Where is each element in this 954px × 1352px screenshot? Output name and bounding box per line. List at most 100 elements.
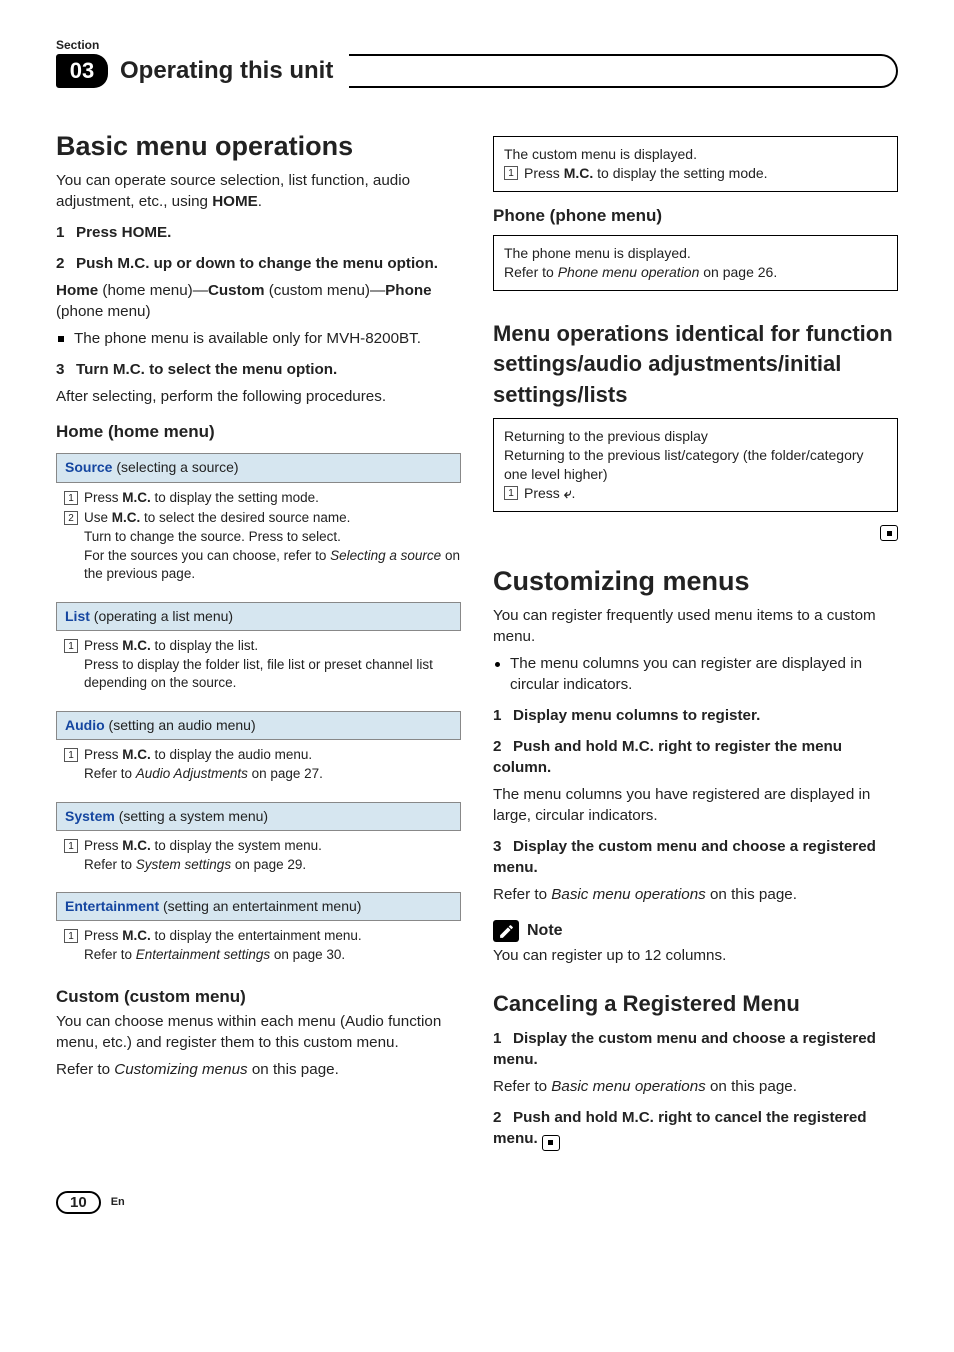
t: to display the list. (151, 638, 258, 653)
t: M.C. (122, 838, 151, 853)
entertainment-header: Entertainment (setting an entertainment … (56, 892, 461, 921)
t: Selecting a source (330, 548, 441, 563)
page-footer: 10 En (56, 1191, 898, 1214)
heading-identical-ops: Menu operations identical for function s… (493, 319, 898, 410)
cstep-3: 3Display the custom menu and choose a re… (493, 837, 898, 879)
step-num: 1 (56, 223, 76, 244)
t: . (258, 193, 262, 210)
t: Turn to change the source. Press to sele… (84, 528, 461, 547)
t: (setting an audio menu) (105, 717, 256, 733)
cust-intro: You can register frequently used menu it… (493, 606, 898, 648)
header-arc (349, 54, 898, 88)
t: to display the entertainment menu. (151, 928, 362, 943)
cstep-2: 2Push and hold M.C. right to register th… (493, 737, 898, 779)
step-3: 3Turn M.C. to select the menu option. (56, 360, 461, 381)
step-num: 1 (493, 706, 513, 727)
t: Use (84, 510, 112, 525)
t: Entertainment (65, 898, 159, 914)
custom-text: You can choose menus within each menu (A… (56, 1012, 461, 1054)
custom-menu-box: The custom menu is displayed. 1Press M.C… (493, 136, 898, 192)
source-steps: 1Press M.C. to display the setting mode.… (56, 483, 461, 592)
can-step-2: 2Push and hold M.C. right to cancel the … (493, 1108, 898, 1150)
t: (operating a list menu) (90, 608, 233, 624)
t: Press (84, 928, 122, 943)
audio-header: Audio (setting an audio menu) (56, 711, 461, 740)
list-header: List (operating a list menu) (56, 602, 461, 631)
list-steps: 1 Press M.C. to display the list. Press … (56, 631, 461, 701)
step-num: 2 (493, 737, 513, 758)
t: Returning to the previous display (504, 427, 887, 446)
t: Audio Adjustments (136, 766, 248, 781)
box-number-icon: 1 (64, 748, 78, 762)
t: Home (56, 282, 98, 299)
pencil-note-icon (493, 920, 519, 942)
round-bullet-icon (495, 662, 500, 667)
page-number: 10 (56, 1191, 101, 1214)
t: Custom (208, 282, 265, 299)
t: on this page. (706, 886, 797, 903)
subhead-custom: Custom (custom menu) (56, 985, 461, 1008)
can-step-1-refer: Refer to Basic menu operations on this p… (493, 1077, 898, 1098)
t: M.C. (122, 638, 151, 653)
t: Audio (65, 717, 105, 733)
step-1: 1Press HOME. (56, 223, 461, 244)
system-steps: 1 Press M.C. to display the system menu.… (56, 831, 461, 882)
t: Press (84, 490, 122, 505)
chapter-header: 03 Operating this unit (56, 54, 898, 88)
t: on this page. (248, 1061, 339, 1078)
cstep-1: 1Display menu columns to register. (493, 706, 898, 727)
source-header: Source (selecting a source) (56, 453, 461, 482)
section-end-icon (542, 1135, 560, 1151)
left-column: Basic menu operations You can operate so… (56, 128, 461, 1157)
after-step3: After selecting, perform the following p… (56, 387, 461, 408)
t: (setting a system menu) (115, 808, 268, 824)
note-bullet: The phone menu is available only for MVH… (56, 329, 461, 350)
step-text: Push and hold M.C. right to register the… (493, 738, 842, 776)
t: to display the system menu. (151, 838, 322, 853)
t: Press (524, 165, 564, 181)
step-text: Display menu columns to register. (513, 707, 760, 724)
t: Press (524, 485, 564, 501)
t: M.C. (122, 747, 151, 762)
t: System settings (136, 857, 231, 872)
box-number-icon: 1 (64, 491, 78, 505)
system-header: System (setting a system menu) (56, 802, 461, 831)
t: Press (84, 638, 122, 653)
t: (selecting a source) (112, 459, 238, 475)
heading-canceling: Canceling a Registered Menu (493, 989, 898, 1019)
heading-basic-menu: Basic menu operations (56, 128, 461, 165)
t: to select the desired source name. (140, 510, 350, 525)
t: on page 29. (231, 857, 306, 872)
t: Press (84, 747, 122, 762)
box-number-icon: 1 (504, 166, 518, 180)
t: Entertainment settings (136, 947, 270, 962)
box-number-icon: 1 (504, 486, 518, 500)
return-box: Returning to the previous display Return… (493, 418, 898, 512)
t: Refer to (84, 857, 136, 872)
t: (custom menu)— (264, 282, 385, 299)
step-num: 3 (56, 360, 76, 381)
step-text: Turn M.C. to select the menu option. (76, 361, 337, 378)
step-text: Press HOME. (76, 224, 171, 241)
subhead-phone: Phone (phone menu) (493, 204, 898, 227)
box-number-icon: 1 (64, 839, 78, 853)
t: M.C. (122, 928, 151, 943)
step-num: 1 (493, 1029, 513, 1050)
t: M.C. (122, 490, 151, 505)
t: HOME (212, 193, 258, 210)
step-text: Display the custom menu and choose a reg… (493, 838, 876, 876)
t: (phone menu) (56, 303, 151, 320)
t: The phone menu is displayed. (504, 244, 887, 263)
t: System (65, 808, 115, 824)
menu-chain: Home (home menu)—Custom (custom menu)—Ph… (56, 281, 461, 323)
box-number-icon: 2 (64, 511, 78, 525)
custom-refer: Refer to Customizing menus on this page. (56, 1060, 461, 1081)
t: Refer to (504, 264, 558, 280)
box-number-icon: 1 (64, 929, 78, 943)
note-header: Note (493, 920, 898, 942)
t: For the sources you can choose, refer to (84, 548, 330, 563)
cust-bullet: The menu columns you can register are di… (493, 654, 898, 696)
page-lang: En (111, 1196, 125, 1208)
t: to display the setting mode. (593, 165, 767, 181)
note-label: Note (527, 920, 563, 942)
